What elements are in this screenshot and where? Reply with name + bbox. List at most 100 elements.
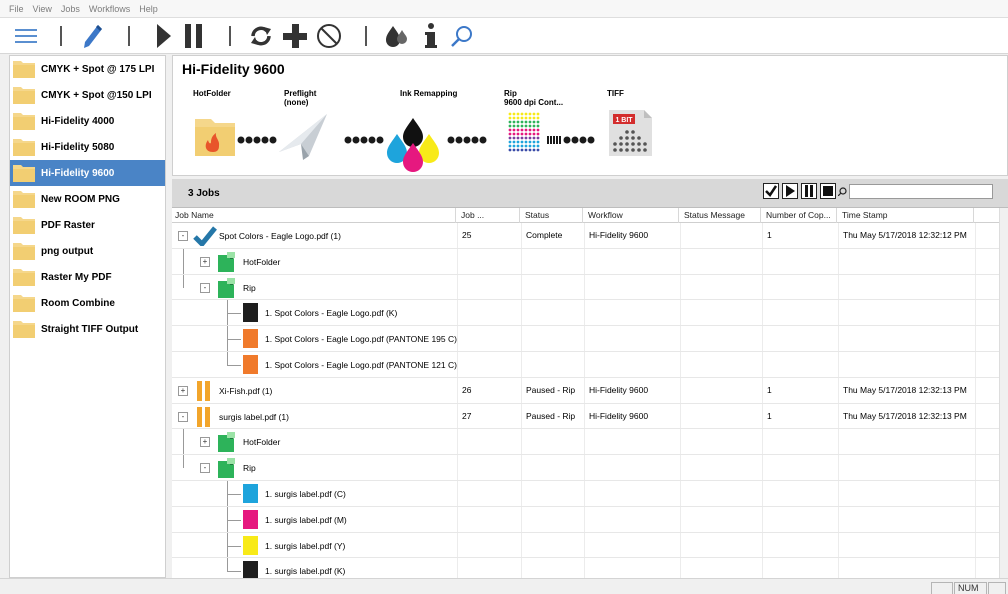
workflow-item-selected[interactable]: Hi-Fidelity 9600 [10,160,165,186]
expand-toggle[interactable]: + [200,256,210,267]
tree-line [227,493,241,495]
column-header-status-message[interactable]: Status Message [681,208,761,223]
add-icon[interactable] [282,18,308,54]
play-filter-button[interactable] [782,183,798,199]
column-header-job-name[interactable]: Job Name [172,208,456,223]
table-row[interactable]: 1. Spot Colors - Eagle Logo.pdf (PANTONE… [172,351,1008,378]
cell-copies [763,300,839,326]
cell-copies: 1 [763,403,839,429]
expand-toggle[interactable]: + [178,385,188,396]
menu-workflows[interactable]: Workflows [89,4,130,14]
cell-time-stamp [839,506,976,532]
pause-icon[interactable] [183,18,205,54]
column-header-status[interactable]: Status [522,208,583,223]
table-row[interactable]: - Spot Colors - Eagle Logo.pdf (1) 25 Co… [172,223,1008,249]
stop-filter-button[interactable] [820,183,836,199]
tree-line [227,313,241,315]
collapse-toggle[interactable]: - [178,231,188,241]
collapse-toggle[interactable]: - [200,282,210,293]
workflow-item[interactable]: Straight TIFF Output [10,316,165,342]
table-row[interactable]: 1. surgis label.pdf (M) [172,506,1008,533]
tree-line [183,455,184,469]
table-row[interactable]: 1. Spot Colors - Eagle Logo.pdf (K) [172,300,1008,327]
workflow-item[interactable]: Hi-Fidelity 5080 [10,134,165,160]
workflow-item[interactable]: CMYK + Spot @ 175 LPI [10,56,165,82]
paused-icon [197,406,210,427]
table-row[interactable]: - Rip [172,274,1008,301]
hamburger-menu-icon[interactable] [14,18,38,54]
workflow-item[interactable]: png output [10,238,165,264]
cell-workflow [585,480,681,506]
cancel-icon[interactable] [315,18,343,54]
folder-icon [13,321,35,338]
pause-filter-button[interactable] [801,183,817,199]
menu-view[interactable]: View [33,4,52,14]
complete-check-icon [193,226,217,246]
workflow-item[interactable]: New ROOM PNG [10,186,165,212]
table-row[interactable]: - Rip [172,455,1008,481]
cell-copies [763,506,839,532]
workflow-item[interactable]: Hi-Fidelity 4000 [10,108,165,134]
ink-drops-icon[interactable] [387,118,439,172]
cell-status-message [681,326,763,351]
menu-file[interactable]: File [9,4,24,14]
folder-icon [13,87,35,104]
cell-status-message [681,455,763,480]
column-header-copies[interactable]: Number of Cop... [763,208,837,223]
job-search-input[interactable] [849,184,993,199]
tree-line [227,571,241,573]
cell-copies [763,455,839,480]
tree-line [227,519,241,521]
play-icon[interactable] [155,18,173,54]
table-row[interactable]: 1. Spot Colors - Eagle Logo.pdf (PANTONE… [172,326,1008,352]
menu-jobs[interactable]: Jobs [61,4,80,14]
table-row[interactable]: + HotFolder [172,429,1008,456]
collapse-toggle[interactable]: - [200,463,210,474]
cell-copies [763,532,839,558]
folder-icon [13,61,35,78]
paper-plane-icon[interactable] [279,114,327,160]
hotfolder-icon[interactable] [195,119,235,156]
tiff-file-icon[interactable]: 1 BIT [609,110,652,156]
cell-job-name: - Rip [172,274,458,300]
workflow-step-icon [218,277,235,298]
workflow-item[interactable]: Room Combine [10,290,165,316]
table-row[interactable]: + HotFolder [172,248,1008,275]
column-header-workflow[interactable]: Workflow [585,208,679,223]
complete-filter-button[interactable] [763,183,779,199]
refresh-icon[interactable] [248,18,274,54]
cell-time-stamp [839,274,976,300]
cell-job-name: + Xi-Fish.pdf (1) [172,377,458,403]
cell-job-number [458,455,522,480]
vertical-scrollbar[interactable] [999,208,1008,578]
cell-job-name: 1. Spot Colors - Eagle Logo.pdf (PANTONE… [172,351,458,377]
table-row[interactable]: 1. surgis label.pdf (C) [172,480,1008,507]
halftone-grid-icon[interactable] [508,112,540,152]
table-row[interactable]: - surgis label.pdf (1) 27 Paused - Rip H… [172,403,1008,430]
workflow-item[interactable]: CMYK + Spot @150 LPI [10,82,165,108]
edit-pencil-icon[interactable] [82,18,104,54]
folder-icon [13,191,35,208]
column-header-time-stamp[interactable]: Time Stamp [839,208,974,223]
cell-workflow: Hi-Fidelity 9600 [585,403,681,429]
table-row[interactable]: + Xi-Fish.pdf (1) 26 Paused - Rip Hi-Fid… [172,377,1008,404]
status-panel [988,582,1006,594]
column-header-job-number[interactable]: Job ... [458,208,520,223]
table-row[interactable]: 1. surgis label.pdf (Y) [172,532,1008,559]
cell-job-number [458,300,522,326]
cell-status [522,326,585,351]
cell-time-stamp: Thu May 5/17/2018 12:32:12 PM [839,223,976,248]
expand-toggle[interactable]: + [200,437,210,448]
cell-status [522,429,585,455]
workflow-item[interactable]: PDF Raster [10,212,165,238]
cell-time-stamp [839,455,976,480]
info-icon[interactable] [421,18,441,54]
ink-icon[interactable] [384,18,410,54]
search-icon[interactable] [450,18,474,54]
workflow-item[interactable]: Raster My PDF [10,264,165,290]
table-row[interactable]: 1. surgis label.pdf (K) [172,558,1008,578]
collapse-toggle[interactable]: - [178,411,188,422]
cell-workflow: Hi-Fidelity 9600 [585,377,681,403]
menu-help[interactable]: Help [139,4,158,14]
cell-workflow [585,351,681,377]
